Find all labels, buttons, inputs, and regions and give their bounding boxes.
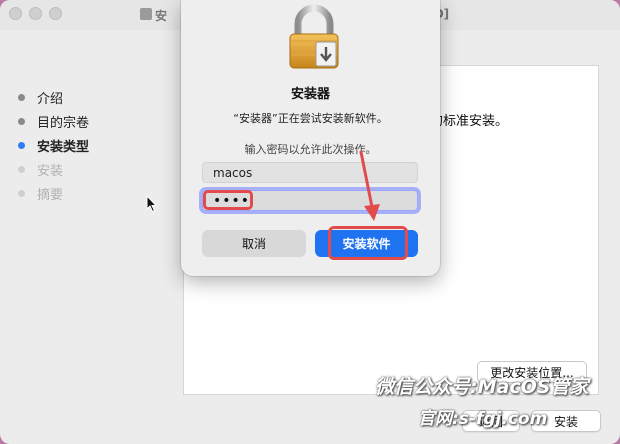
step-bullet-icon (18, 165, 25, 173)
installer-steps: 介绍 目的宗卷 安装类型 安装 摘要 (18, 85, 89, 205)
dialog-message: “安装器”正在尝试安装新软件。 (233, 112, 388, 125)
dialog-title: 安装器 (290, 87, 330, 102)
step-bullet-icon (18, 117, 25, 125)
step-label: 安装 (37, 163, 64, 179)
step-label: 安装类型 (37, 139, 90, 155)
step-bullet-icon (18, 141, 25, 149)
step-label: 介绍 (37, 91, 64, 107)
mouse-pointer-icon (146, 195, 158, 213)
zoom-window-button[interactable] (49, 7, 62, 20)
step-introduction: 介绍 (18, 85, 89, 109)
password-highlight-box (203, 190, 253, 210)
watermark-wechat: 微信公众号:MacOS管家 (375, 376, 589, 398)
step-destination: 目的宗卷 (18, 109, 89, 133)
step-bullet-icon (18, 93, 25, 101)
cancel-button[interactable]: 取消 (202, 230, 306, 257)
watermark-website: 官网:s-fgj.com (418, 409, 548, 429)
step-summary: 摘要 (18, 181, 89, 205)
padlock-installer-icon (289, 4, 339, 69)
minimize-window-button[interactable] (29, 7, 42, 20)
step-label: 目的宗卷 (37, 115, 90, 131)
install-highlight-box (328, 226, 408, 260)
step-label: 摘要 (37, 187, 64, 203)
dialog-prompt: 输入密码以允许此次操作。 (244, 143, 377, 156)
authentication-dialog: 安装器 “安装器”正在尝试安装新软件。 输入密码以允许此次操作。 macos •… (181, 0, 440, 276)
package-icon (140, 8, 152, 20)
step-install: 安装 (18, 157, 89, 181)
step-installation-type: 安装类型 (18, 133, 89, 157)
install-description: 的标准安装。 (430, 114, 509, 129)
username-field[interactable]: macos (202, 162, 418, 183)
step-bullet-icon (18, 189, 25, 197)
window-title: 安 (155, 9, 168, 23)
username-value: macos (213, 165, 253, 180)
close-window-button[interactable] (9, 7, 22, 20)
